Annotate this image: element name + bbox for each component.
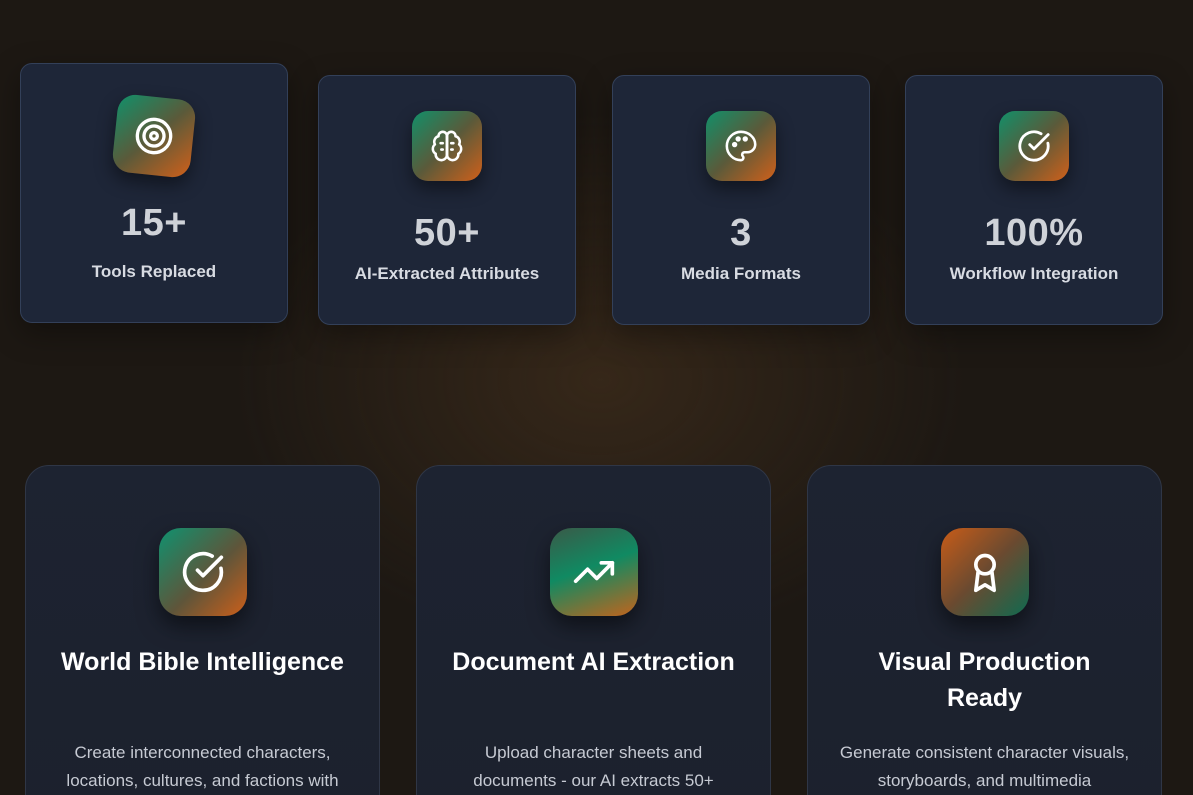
stat-card-workflow: 100% Workflow Integration [905, 75, 1163, 325]
check-circle-icon [158, 528, 247, 616]
feature-card-document-ai: Document AI Extraction Upload character … [416, 465, 771, 795]
stat-value: 3 [730, 212, 752, 254]
stat-value: 15+ [121, 202, 187, 244]
stat-value: 100% [984, 212, 1084, 254]
stat-label: Media Formats [681, 264, 801, 283]
feature-title: Document AI Extraction [452, 648, 735, 676]
feature-title: Visual Production Ready [878, 648, 1091, 712]
stat-label: Tools Replaced [91, 262, 217, 281]
feature-description: Generate consistent character visuals, s… [839, 743, 1130, 790]
palette-icon [706, 111, 776, 181]
stat-value: 50+ [414, 212, 480, 254]
stat-card-ai-attributes: 50+ AI-Extracted Attributes [318, 75, 576, 325]
stat-label: AI-Extracted Attributes [354, 264, 540, 283]
target-icon [111, 93, 197, 179]
stat-card-tools-replaced: 15+ Tools Replaced [20, 63, 288, 323]
feature-card-world-bible: World Bible Intelligence Create intercon… [25, 465, 380, 795]
check-circle-icon [999, 111, 1069, 181]
stat-label: Workflow Integration [949, 264, 1119, 283]
feature-title: World Bible Intelligence [61, 648, 344, 676]
feature-description: Create interconnected characters, locati… [66, 743, 339, 790]
feature-card-visual-production: Visual Production Ready Generate consist… [807, 465, 1162, 795]
stat-card-media-formats: 3 Media Formats [612, 75, 870, 325]
brain-icon [412, 111, 482, 181]
award-icon [940, 528, 1029, 616]
feature-description: Upload character sheets and documents - … [473, 743, 714, 790]
trending-up-icon [549, 528, 638, 616]
